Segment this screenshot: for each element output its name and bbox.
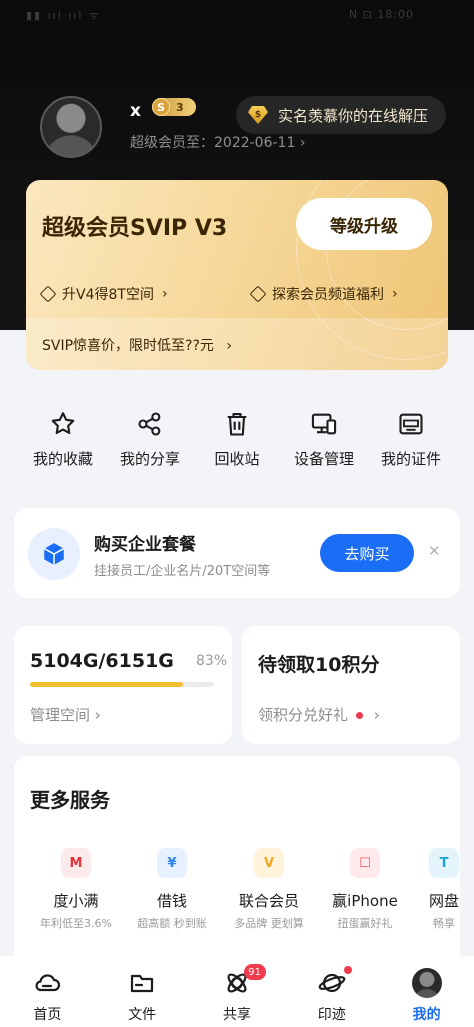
diamond-icon bbox=[249, 285, 267, 303]
diamond-icon bbox=[39, 285, 57, 303]
promo-pill[interactable]: $ 实名羡慕你的在线解压 bbox=[236, 96, 446, 134]
vip-ticket-icon: V bbox=[254, 848, 284, 878]
share-icon bbox=[138, 412, 161, 436]
cube-icon bbox=[28, 528, 80, 580]
enterprise-title: 购买企业套餐 bbox=[94, 535, 196, 555]
enterprise-plan-card[interactable]: 购买企业套餐 挂接员工/企业名片/20T空间等 去购买 ✕ bbox=[14, 508, 460, 598]
quick-action-recycle-bin[interactable]: 回收站 bbox=[194, 410, 280, 480]
chevron-right-icon: › bbox=[161, 286, 168, 302]
more-services-card: 更多服务 M 度小满 年利低至3.6% ¥ 借钱 超高额 秒到账 V 联合会员 … bbox=[14, 756, 460, 956]
tab-label: 文件 bbox=[128, 1007, 157, 1023]
avatar bbox=[411, 968, 442, 998]
tab-label: 首页 bbox=[33, 1007, 62, 1023]
manage-space-link[interactable]: 管理空间 › bbox=[30, 704, 101, 725]
devices-icon bbox=[311, 413, 337, 435]
perk-explore-benefits[interactable]: 探索会员频道福利 › bbox=[249, 284, 398, 304]
bottom-tab-bar: 首页 文件 91 共享 印迹 我的 bbox=[0, 956, 474, 1027]
svip-expire-text: 超级会员至：2022-06-11 bbox=[130, 135, 296, 151]
tab-label: 共享 bbox=[222, 1007, 251, 1023]
svip-promo-link[interactable]: SVIP惊喜价，限时低至??元 › bbox=[42, 335, 232, 355]
gift-icon: ☐ bbox=[350, 848, 380, 878]
service-desc: 畅享 bbox=[433, 917, 455, 930]
quick-action-label: 我的证件 bbox=[380, 450, 441, 468]
quick-action-label: 我的收藏 bbox=[32, 450, 93, 468]
svip-level-badge[interactable]: S 3 bbox=[152, 98, 196, 116]
folder-icon bbox=[131, 974, 154, 993]
perk-upgrade-v4-text: 升V4得8T空间 bbox=[62, 287, 154, 303]
enterprise-subtitle: 挂接员工/企业名片/20T空间等 bbox=[94, 564, 271, 579]
tab-files[interactable]: 文件 bbox=[95, 956, 190, 1027]
buy-button[interactable]: 去购买 bbox=[320, 534, 414, 572]
duxiaoman-icon: M bbox=[61, 848, 91, 878]
svip-expire-link[interactable]: 超级会员至：2022-06-11 › bbox=[130, 132, 305, 152]
quick-action-label: 回收站 bbox=[214, 450, 260, 468]
avatar[interactable] bbox=[40, 96, 102, 158]
status-right: N ⊡ 18:00 bbox=[348, 8, 414, 21]
storage-card[interactable]: 5104G/6151G 83% 管理空间 › bbox=[14, 626, 232, 744]
chevron-right-icon: › bbox=[373, 706, 380, 724]
service-joint-vip[interactable]: V 联合会员 多品牌 更划算 bbox=[221, 848, 317, 931]
username: x bbox=[130, 101, 141, 121]
level-upgrade-button[interactable]: 等级升级 bbox=[296, 198, 432, 250]
service-name: 网盘 bbox=[428, 892, 459, 910]
status-bar: ▮▮ ııl ııl ᯤ N ⊡ 18:00 bbox=[0, 0, 474, 32]
coin-icon: $ bbox=[248, 106, 268, 124]
planet-icon bbox=[318, 973, 346, 993]
red-dot bbox=[356, 712, 364, 719]
tab-share[interactable]: 91 共享 bbox=[190, 956, 285, 1027]
svip-level-number: 3 bbox=[176, 100, 184, 114]
service-name: 借钱 bbox=[156, 892, 187, 910]
close-icon[interactable]: ✕ bbox=[428, 542, 441, 560]
tab-traces[interactable]: 印迹 bbox=[284, 956, 379, 1027]
svip-s-icon: S bbox=[152, 98, 170, 116]
perk-upgrade-v4[interactable]: 升V4得8T空间 › bbox=[39, 284, 168, 304]
service-desc: 年利低至3.6% bbox=[40, 917, 112, 930]
svip-card[interactable]: 超级会员SVIP V3 等级升级 升V4得8T空间 › 探索会员频道福利 › S… bbox=[26, 180, 448, 370]
notification-badge: 91 bbox=[243, 964, 266, 980]
storage-usage: 5104G/6151G bbox=[30, 650, 174, 672]
quick-action-id-cards[interactable]: 我的证件 bbox=[368, 410, 454, 480]
chevron-right-icon: › bbox=[299, 135, 306, 151]
redeem-points-text: 领积分兑好礼 bbox=[258, 706, 349, 724]
service-borrow[interactable]: ¥ 借钱 超高额 秒到账 bbox=[124, 848, 220, 931]
trash-icon bbox=[227, 413, 247, 436]
quick-action-devices[interactable]: 设备管理 bbox=[281, 410, 367, 480]
star-icon bbox=[51, 412, 75, 435]
tab-label: 印迹 bbox=[317, 1007, 346, 1023]
service-duxiaoman[interactable]: M 度小满 年利低至3.6% bbox=[28, 848, 124, 931]
storage-percent: 83% bbox=[196, 653, 228, 669]
service-desc: 超高额 秒到账 bbox=[137, 917, 207, 930]
cloud-tv-icon: T bbox=[429, 848, 459, 878]
points-card[interactable]: 待领取10积分 领积分兑好礼 › bbox=[242, 626, 460, 744]
signal-wifi-icons: ▮▮ ııl ııl ᯤ bbox=[26, 9, 101, 22]
red-dot bbox=[344, 966, 353, 974]
quick-actions: 我的收藏 我的分享 回收站 设备管理 我的证件 bbox=[20, 410, 454, 480]
redeem-points-link[interactable]: 领积分兑好礼 › bbox=[258, 704, 380, 725]
chevron-right-icon: › bbox=[226, 338, 232, 354]
tab-home[interactable]: 首页 bbox=[0, 956, 95, 1027]
quick-action-favorites[interactable]: 我的收藏 bbox=[20, 410, 106, 480]
svip-promo-text: SVIP惊喜价，限时低至??元 bbox=[42, 338, 214, 354]
storage-progress-bar bbox=[30, 682, 214, 687]
id-card-icon bbox=[399, 413, 423, 435]
storage-progress-fill bbox=[30, 682, 183, 687]
service-desc: 多品牌 更划算 bbox=[234, 917, 304, 930]
chevron-right-icon: › bbox=[392, 286, 398, 302]
quick-action-shares[interactable]: 我的分享 bbox=[107, 410, 193, 480]
money-bag-icon: ¥ bbox=[157, 848, 187, 878]
perk-explore-text: 探索会员频道福利 bbox=[272, 287, 384, 303]
promo-pill-text: 实名羡慕你的在线解压 bbox=[278, 106, 429, 125]
service-netdisk[interactable]: T 网盘 畅享 bbox=[396, 848, 460, 931]
points-title: 待领取10积分 bbox=[258, 654, 380, 676]
tab-label: 我的 bbox=[412, 1007, 441, 1023]
svip-title: 超级会员SVIP V3 bbox=[42, 216, 228, 241]
more-services-title: 更多服务 bbox=[30, 788, 110, 812]
home-cloud-icon bbox=[35, 974, 61, 992]
service-name: 联合会员 bbox=[238, 892, 299, 910]
tab-mine[interactable]: 我的 bbox=[379, 956, 474, 1027]
quick-action-label: 我的分享 bbox=[119, 450, 180, 468]
quick-action-label: 设备管理 bbox=[293, 450, 354, 468]
service-name: 度小满 bbox=[53, 892, 99, 910]
